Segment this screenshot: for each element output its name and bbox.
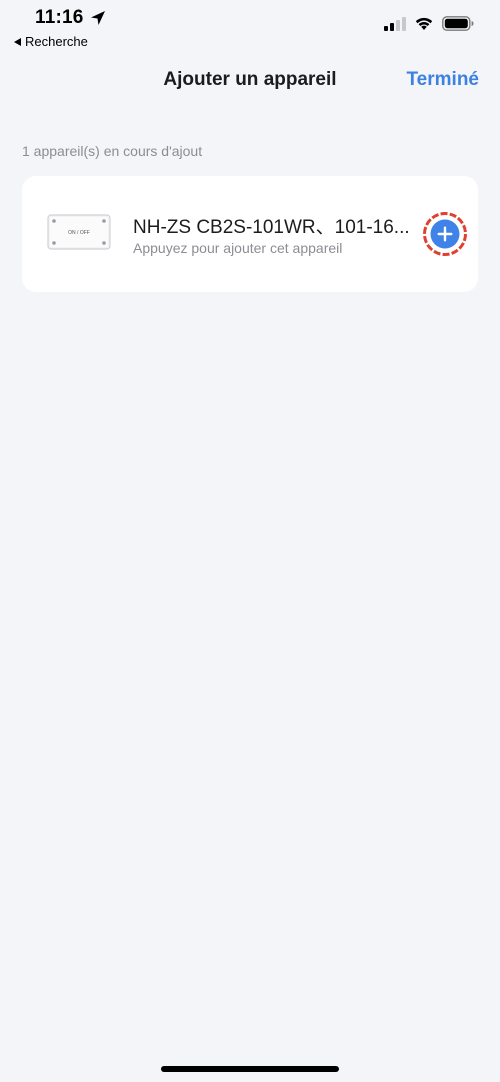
wifi-icon (415, 17, 433, 30)
back-app-label: Recherche (25, 34, 88, 49)
location-arrow-icon (90, 11, 105, 25)
device-image: ON / OFF (47, 214, 111, 250)
status-time: 11:16 (35, 7, 106, 29)
device-image-label: ON / OFF (68, 230, 90, 236)
device-hint: Appuyez pour ajouter cet appareil (133, 240, 343, 256)
device-name: NH-ZS CB2S-101WR、101-16... (133, 217, 410, 238)
battery-icon (442, 16, 474, 31)
section-label: 1 appareil(s) en cours d'ajout (22, 143, 203, 159)
device-card[interactable]: ON / OFF NH-ZS CB2S-101WR、101-16... Appu… (22, 176, 478, 292)
navigation-bar: Ajouter un appareil Terminé (0, 56, 500, 106)
status-indicators (384, 16, 474, 31)
back-triangle-icon (14, 37, 21, 46)
clock-time: 11:16 (35, 7, 84, 28)
back-to-app-button[interactable]: Recherche (14, 34, 88, 49)
add-device-button[interactable] (422, 211, 468, 257)
status-bar: 11:16 Recherche (0, 0, 500, 56)
done-button[interactable]: Terminé (406, 69, 479, 91)
home-indicator[interactable] (161, 1066, 339, 1072)
cellular-signal-icon (384, 16, 406, 31)
